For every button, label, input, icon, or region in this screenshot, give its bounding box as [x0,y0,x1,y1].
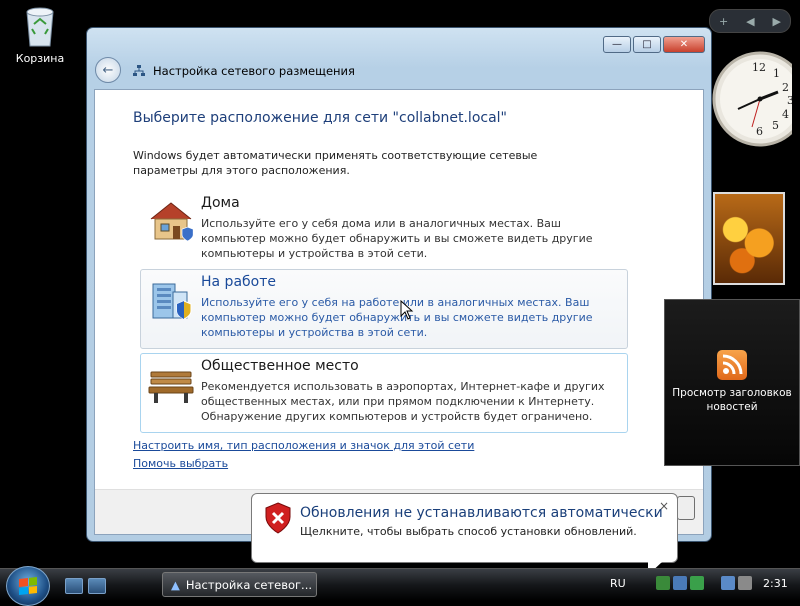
network-location-window: — □ ✕ ← Настройка сетевого размещения Вы… [86,27,712,542]
rss-icon [717,350,747,380]
svg-text:4: 4 [782,108,789,121]
network-tray-icon[interactable] [673,576,687,590]
minimize-button[interactable]: — [603,36,631,53]
recycle-bin[interactable]: Корзина [8,4,72,65]
sidebar-controls: + ◀ ▶ [709,9,791,33]
add-gadget-icon[interactable]: + [719,15,728,28]
volume-muted-icon[interactable] [738,576,752,590]
notification-title: Обновления не устанавливаются автоматиче… [300,505,663,521]
start-button[interactable] [6,566,50,606]
footer-button[interactable] [677,496,695,520]
network-icon [132,64,146,81]
window-controls: — □ ✕ [603,36,705,53]
update-notification[interactable]: Обновления не устанавливаются автоматиче… [251,493,678,575]
house-icon [147,197,195,243]
option-home[interactable]: Дома Используйте его у себя дома или в а… [140,190,628,270]
recycle-bin-icon [23,4,57,48]
update-tray-icon[interactable] [690,576,704,590]
language-indicator[interactable]: RU [610,577,626,590]
customize-network-link[interactable]: Настроить имя, тип расположения и значок… [133,439,474,452]
taskbar-window-label: Настройка сетевог... [185,577,313,592]
news-gadget-label: Просмотр заголовков новостей [672,387,792,413]
bench-icon [147,360,195,406]
taskbar-clock[interactable]: 2:31 [763,577,788,590]
svg-text:5: 5 [772,119,779,132]
show-desktop-icon[interactable] [65,578,83,594]
notification-text: Щелкните, чтобы выбрать способ установки… [300,525,637,538]
taskbar: ▲ Настройка сетевог... RU 2:31 [0,566,800,606]
windows-logo-icon [19,577,37,595]
option-public-title: Общественное место [201,358,359,374]
back-button[interactable]: ← [95,57,121,83]
notification-close-icon[interactable]: × [659,499,669,513]
security-warning-icon [264,502,292,537]
svg-text:12: 12 [752,61,766,74]
option-work[interactable]: На работе Используйте его у себя на рабо… [140,269,628,349]
window-content: Выберите расположение для сети "collabne… [94,89,704,535]
next-icon[interactable]: ▶ [773,15,781,28]
option-public-text: Рекомендуется использовать в аэропортах,… [201,380,605,423]
window-title: Настройка сетевого размещения [153,64,355,78]
option-home-title: Дома [201,195,240,211]
maximize-button[interactable]: □ [633,36,661,53]
page-heading: Выберите расположение для сети "collabne… [133,110,507,126]
option-work-title: На работе [201,274,276,290]
option-home-text: Используйте его у себя дома или в аналог… [201,217,593,260]
page-description: Windows будет автоматически применять со… [133,149,538,177]
system-tray [656,576,752,590]
back-arrow-icon: ← [102,62,114,78]
svg-text:6: 6 [756,125,763,138]
monitor-tray-icon[interactable] [721,576,735,590]
switch-windows-icon[interactable] [88,578,106,594]
svg-text:1: 1 [773,67,780,80]
svg-text:3: 3 [787,94,792,107]
office-building-icon [147,276,195,322]
prev-icon[interactable]: ◀ [746,15,754,28]
taskbar-network-icon: ▲ [171,577,180,592]
taskbar-window-button[interactable]: ▲ Настройка сетевог... [162,572,317,597]
option-public[interactable]: Общественное место Рекомендуется использ… [140,353,628,433]
close-button[interactable]: ✕ [663,36,705,53]
news-gadget[interactable]: Просмотр заголовков новостей [664,299,800,466]
help-choose-link[interactable]: Помочь выбрать [133,457,228,470]
security-center-icon[interactable] [656,576,670,590]
clock-gadget[interactable]: 2 3 4 5 6 1 12 [712,47,800,150]
mouse-cursor-icon [400,299,414,323]
svg-text:2: 2 [782,81,789,94]
recycle-bin-label: Корзина [15,52,65,65]
slideshow-gadget[interactable] [713,192,785,285]
